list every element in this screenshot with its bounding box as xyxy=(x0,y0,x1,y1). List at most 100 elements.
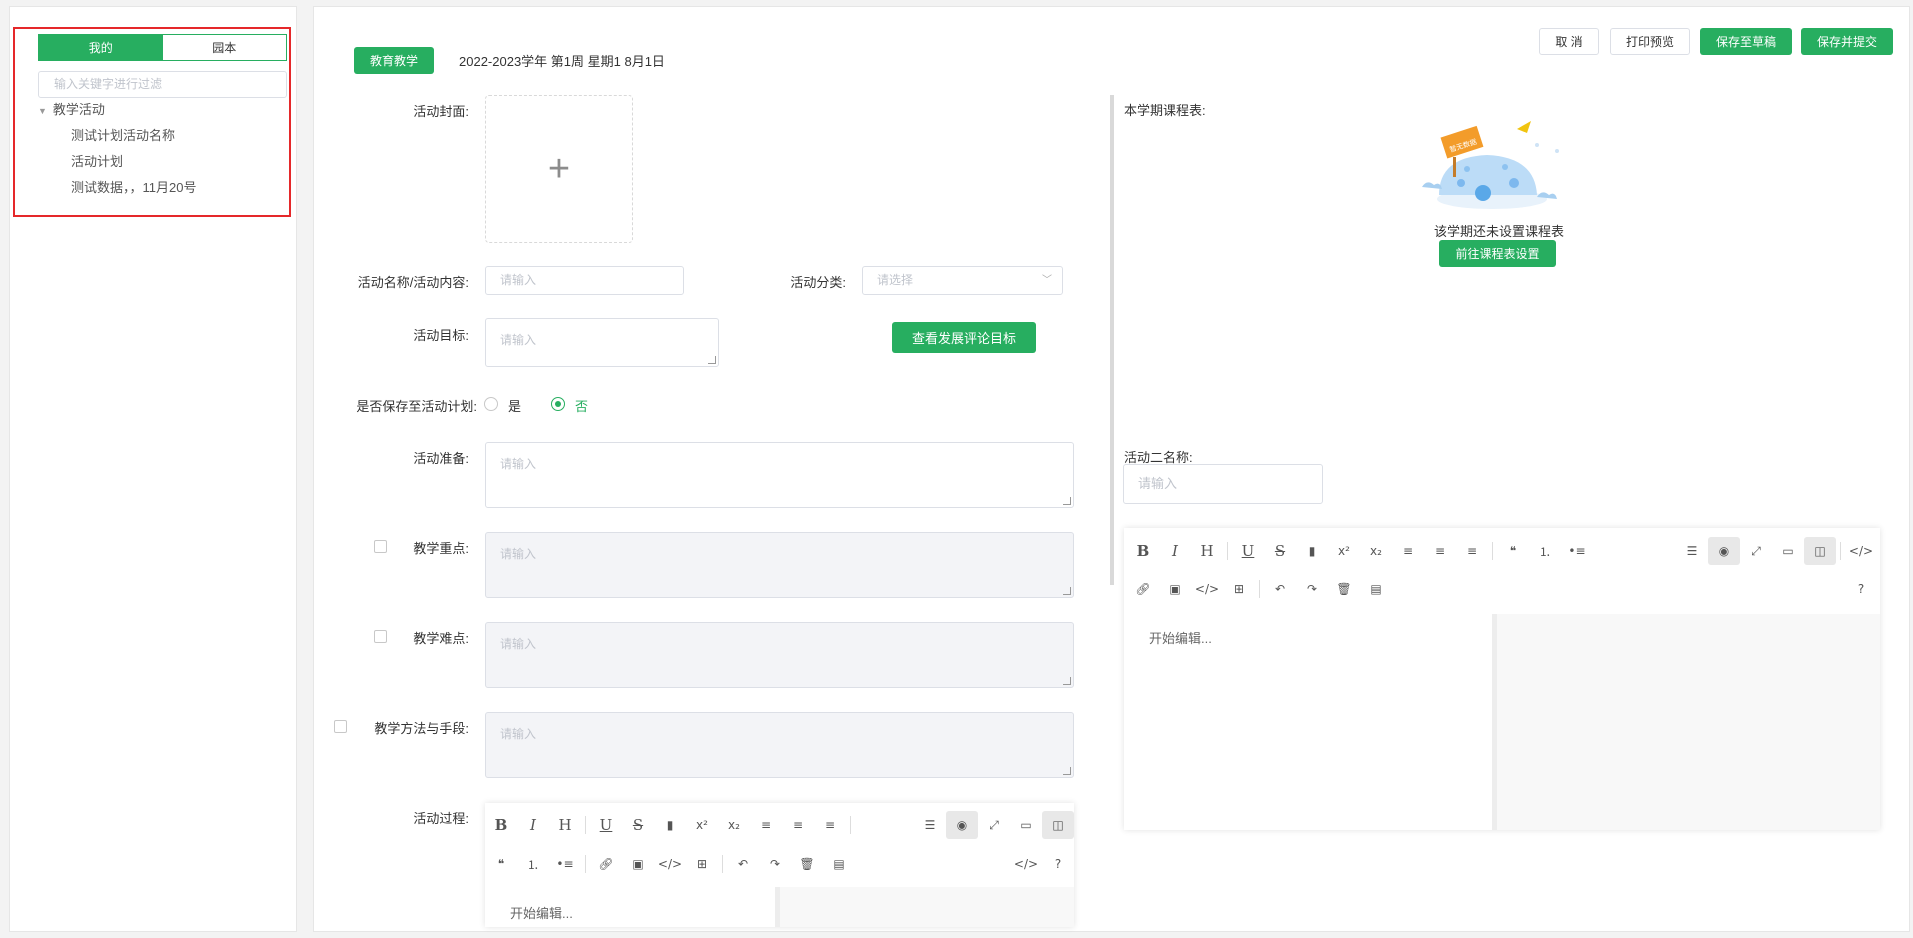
bold-icon[interactable]: B xyxy=(1127,537,1159,565)
window-icon[interactable]: ▭ xyxy=(1772,537,1804,565)
help-icon[interactable]: ? xyxy=(1042,850,1074,878)
prep-textarea[interactable]: 请输入 xyxy=(485,442,1074,508)
bold-icon[interactable]: B xyxy=(485,811,517,839)
redo-icon[interactable]: ↷ xyxy=(759,850,791,878)
tab-school[interactable]: 园本 xyxy=(163,35,287,60)
tree-item[interactable]: 活动计划 xyxy=(71,151,123,170)
subscript-icon[interactable]: x₂ xyxy=(718,811,750,839)
preview-eye-icon[interactable]: ◉ xyxy=(946,811,978,839)
radio-yes[interactable] xyxy=(484,397,498,411)
radio-yes-label: 是 xyxy=(508,399,522,414)
unordered-list-icon[interactable]: •≡ xyxy=(1561,537,1593,565)
filter-input[interactable]: 输入关键字进行过滤 xyxy=(38,71,287,98)
category-placeholder: 请选择 xyxy=(877,273,914,287)
trash-icon[interactable]: 🗑︎ xyxy=(1328,575,1360,603)
underline-icon[interactable]: U xyxy=(590,811,622,839)
activity-name-input[interactable]: 请输入 xyxy=(485,266,684,295)
save-draft-button[interactable]: 保存至草稿 xyxy=(1700,28,1792,55)
source-code-icon[interactable]: </> xyxy=(1010,850,1042,878)
trash-icon[interactable]: 🗑︎ xyxy=(791,850,823,878)
method-textarea[interactable]: 请输入 xyxy=(485,712,1074,778)
bookmark-icon[interactable]: ▮ xyxy=(1296,537,1328,565)
tree-expand-icon[interactable]: ▼ xyxy=(38,106,47,116)
table-icon[interactable]: ⊞ xyxy=(686,850,718,878)
help-icon[interactable]: ? xyxy=(1845,575,1877,603)
difficulty-textarea[interactable]: 请输入 xyxy=(485,622,1074,688)
align-center-icon[interactable]: ≡ xyxy=(1424,537,1456,565)
save-icon[interactable]: ▤ xyxy=(823,850,855,878)
split-view-icon[interactable]: ◫ xyxy=(1042,811,1074,839)
cover-upload[interactable]: + xyxy=(485,95,633,243)
image-icon[interactable]: ▣ xyxy=(1159,575,1191,603)
scope-tabs: 我的 园本 xyxy=(38,34,287,61)
code-icon[interactable]: </> xyxy=(654,850,686,878)
code-icon[interactable]: </> xyxy=(1191,575,1223,603)
resize-handle[interactable] xyxy=(1063,497,1071,505)
resize-handle[interactable] xyxy=(1063,587,1071,595)
resize-handle[interactable] xyxy=(708,356,716,364)
menu-icon[interactable]: ☰ xyxy=(914,811,946,839)
save-icon[interactable]: ▤ xyxy=(1360,575,1392,603)
view-goals-button[interactable]: 查看发展评论目标 xyxy=(892,322,1036,353)
window-icon[interactable]: ▭ xyxy=(1010,811,1042,839)
ordered-list-icon[interactable]: ⒈ xyxy=(517,850,549,878)
column-divider[interactable] xyxy=(1110,95,1114,585)
tree-item[interactable]: 测试计划活动名称 xyxy=(71,125,175,144)
unordered-list-icon[interactable]: •≡ xyxy=(549,850,581,878)
goto-schedule-button[interactable]: 前往课程表设置 xyxy=(1439,240,1556,267)
fullscreen-icon[interactable]: ⤢ xyxy=(1740,537,1772,565)
editor-placeholder: 开始编辑... xyxy=(510,906,573,921)
print-preview-button[interactable]: 打印预览 xyxy=(1610,28,1690,55)
preview-eye-icon[interactable]: ◉ xyxy=(1708,537,1740,565)
align-left-icon[interactable]: ≡ xyxy=(750,811,782,839)
table-icon[interactable]: ⊞ xyxy=(1223,575,1255,603)
resize-handle[interactable] xyxy=(1063,677,1071,685)
source-code-icon[interactable]: </> xyxy=(1845,537,1877,565)
cancel-button[interactable]: 取 消 xyxy=(1539,28,1599,55)
heading-icon[interactable]: H xyxy=(549,811,581,839)
image-icon[interactable]: ▣ xyxy=(622,850,654,878)
tab-mine[interactable]: 我的 xyxy=(39,35,163,60)
radio-no[interactable] xyxy=(551,397,565,411)
activity2-editor[interactable]: B I H U S ▮ x² x₂ ≡ ≡ ≡ ❝ ⒈ •≡ ☰ ◉ ⤢ ▭ ◫… xyxy=(1124,528,1880,830)
superscript-icon[interactable]: x² xyxy=(686,811,718,839)
quote-icon[interactable]: ❝ xyxy=(1497,537,1529,565)
tree-root[interactable]: ▼ 教学活动 xyxy=(38,99,105,118)
redo-icon[interactable]: ↷ xyxy=(1296,575,1328,603)
heading-icon[interactable]: H xyxy=(1191,537,1223,565)
undo-icon[interactable]: ↶ xyxy=(727,850,759,878)
goal-textarea[interactable]: 请输入 xyxy=(485,318,719,367)
empty-schedule-text: 该学期还未设置课程表 xyxy=(1433,224,1564,239)
menu-icon[interactable]: ☰ xyxy=(1676,537,1708,565)
resize-handle[interactable] xyxy=(1063,767,1071,775)
link-icon[interactable]: 🔗︎ xyxy=(590,850,622,878)
strikethrough-icon[interactable]: S xyxy=(1264,537,1296,565)
focus-textarea[interactable]: 请输入 xyxy=(485,532,1074,598)
align-right-icon[interactable]: ≡ xyxy=(814,811,846,839)
italic-icon[interactable]: I xyxy=(517,811,549,839)
ordered-list-icon[interactable]: ⒈ xyxy=(1529,537,1561,565)
underline-icon[interactable]: U xyxy=(1232,537,1264,565)
subscript-icon[interactable]: x₂ xyxy=(1360,537,1392,565)
editor-placeholder: 开始编辑... xyxy=(1149,631,1212,646)
strikethrough-icon[interactable]: S xyxy=(622,811,654,839)
tree-item[interactable]: 测试数据，，11月20号 xyxy=(71,177,196,196)
bookmark-icon[interactable]: ▮ xyxy=(654,811,686,839)
superscript-icon[interactable]: x² xyxy=(1328,537,1360,565)
align-right-icon[interactable]: ≡ xyxy=(1456,537,1488,565)
align-center-icon[interactable]: ≡ xyxy=(782,811,814,839)
fullscreen-icon[interactable]: ⤢ xyxy=(978,811,1010,839)
method-checkbox[interactable] xyxy=(334,720,347,733)
process-editor[interactable]: B I H U S ▮ x² x₂ ≡ ≡ ≡ ☰ ◉ ⤢ ▭ ◫ ❝ ⒈ •≡… xyxy=(485,803,1074,927)
link-icon[interactable]: 🔗︎ xyxy=(1127,575,1159,603)
main-panel: 教育教学 2022-2023学年 第1周 星期1 8月1日 取 消 打印预览 保… xyxy=(313,6,1910,932)
category-select[interactable]: 请选择 ﹀ xyxy=(862,266,1063,295)
align-left-icon[interactable]: ≡ xyxy=(1392,537,1424,565)
split-view-icon[interactable]: ◫ xyxy=(1804,537,1836,565)
save-submit-button[interactable]: 保存并提交 xyxy=(1801,28,1893,55)
quote-icon[interactable]: ❝ xyxy=(485,850,517,878)
undo-icon[interactable]: ↶ xyxy=(1264,575,1296,603)
italic-icon[interactable]: I xyxy=(1159,537,1191,565)
activity2-input[interactable]: 请输入 xyxy=(1123,464,1323,504)
goal-label: 活动目标: xyxy=(413,328,469,343)
